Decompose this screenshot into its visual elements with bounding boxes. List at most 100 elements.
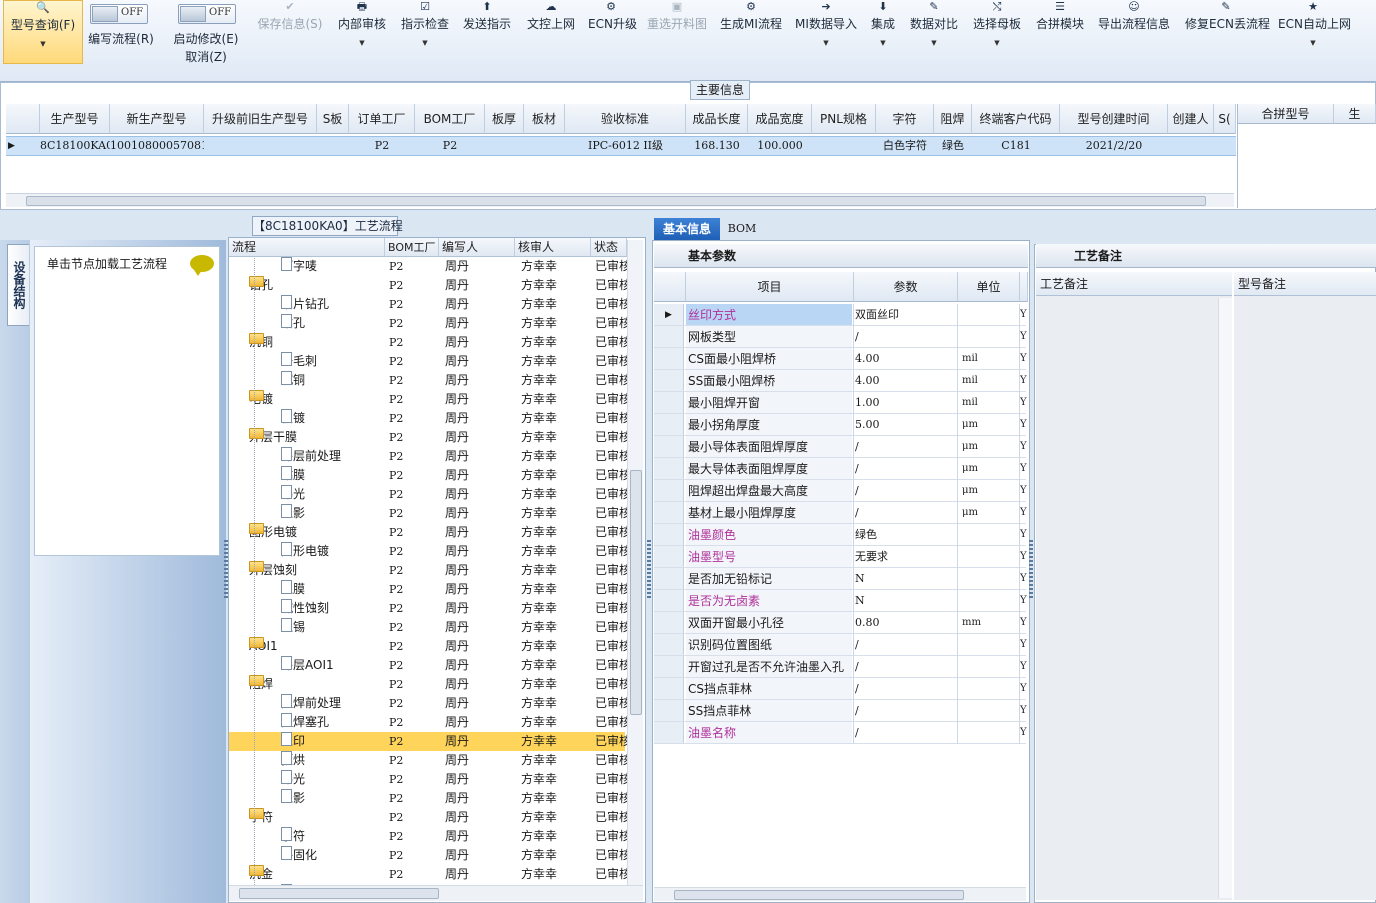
- column-header-reviewer[interactable]: 核审人: [515, 238, 591, 257]
- chevron-down-icon[interactable]: ▼: [972, 38, 1022, 48]
- param-row[interactable]: 油墨名称 / Y: [654, 722, 1027, 744]
- flow-row[interactable]: 图形电镀 P2 周丹 方幸幸 已审核: [229, 542, 627, 561]
- vertical-scrollbar[interactable]: [1218, 298, 1232, 898]
- param-value[interactable]: 4.00: [854, 348, 958, 370]
- flow-row[interactable]: 退膜 P2 周丹 方幸幸 已审核: [229, 580, 627, 599]
- flow-row[interactable]: −沉铜 P2 周丹 方幸幸 已审核: [229, 333, 627, 352]
- toolbar-button[interactable]: ▣ 重选开料图: [645, 0, 709, 34]
- vertical-scrollbar[interactable]: [627, 240, 643, 885]
- column-header[interactable]: S板: [317, 104, 349, 134]
- param-value[interactable]: /: [854, 436, 958, 458]
- param-row[interactable]: 阻焊超出焊盘最大高度 / μm Y: [654, 480, 1027, 502]
- flow-row[interactable]: 外层AOI1 P2 周丹 方幸幸 已审核: [229, 656, 627, 675]
- flow-row[interactable]: 退锡 P2 周丹 方幸幸 已审核: [229, 618, 627, 637]
- param-row[interactable]: CS挡点菲林 / Y: [654, 678, 1027, 700]
- param-value[interactable]: /: [854, 502, 958, 524]
- flow-row[interactable]: 终固化 P2 周丹 方幸幸 已审核: [229, 846, 627, 865]
- param-row[interactable]: 油墨颜色 绿色 Y: [654, 524, 1027, 546]
- column-header-unit[interactable]: 单位: [958, 272, 1020, 302]
- flow-row[interactable]: 钻孔 P2 周丹 方幸幸 已审核: [229, 314, 627, 333]
- flow-row[interactable]: 字符 P2 周丹 方幸幸 已审核: [229, 827, 627, 846]
- param-value[interactable]: /: [854, 634, 958, 656]
- column-header[interactable]: 型号创建时间: [1060, 104, 1168, 134]
- param-value[interactable]: 无要求: [854, 546, 958, 568]
- param-value[interactable]: /: [854, 656, 958, 678]
- param-value[interactable]: /: [854, 480, 958, 502]
- cancel-button[interactable]: 取消(Z): [170, 47, 242, 67]
- splitter-handle[interactable]: [1029, 540, 1033, 600]
- chevron-down-icon[interactable]: ▼: [866, 38, 900, 48]
- param-value[interactable]: 双面丝印: [854, 304, 958, 326]
- toolbar-button[interactable]: ☺ 导出流程信息: [1098, 0, 1170, 34]
- column-header[interactable]: 终端客户代码: [972, 104, 1060, 134]
- toolbar-button[interactable]: 🖶 内部审核 ▼: [337, 0, 387, 48]
- param-value[interactable]: N: [854, 590, 958, 612]
- column-header[interactable]: 阻焊: [934, 104, 972, 134]
- model-remark-textarea[interactable]: [1234, 296, 1376, 900]
- flow-row[interactable]: 曝光 P2 周丹 方幸幸 已审核: [229, 770, 627, 789]
- param-row[interactable]: 双面开窗最小孔径 0.80 mm Y: [654, 612, 1027, 634]
- flow-row[interactable]: −钻孔 P2 周丹 方幸幸 已审核: [229, 276, 627, 295]
- param-row[interactable]: 最小拐角厚度 5.00 μm Y: [654, 414, 1027, 436]
- tab-device-structure[interactable]: 设备结构: [7, 244, 29, 326]
- flow-row[interactable]: −外层蚀刻 P2 周丹 方幸幸 已审核: [229, 561, 627, 580]
- flow-row[interactable]: −沉金 P2 周丹 方幸幸 已审核: [229, 865, 627, 884]
- param-value[interactable]: N: [854, 568, 958, 590]
- column-header-combined-model[interactable]: 合拼型号: [1238, 104, 1334, 124]
- query-model-button[interactable]: 🔍 型号查询(F) ▼: [3, 0, 83, 64]
- toolbar-button[interactable]: ✎ 修复ECN丢流程: [1185, 0, 1270, 34]
- flow-row[interactable]: 阻焊塞孔 P2 周丹 方幸幸 已审核: [229, 713, 627, 732]
- toolbar-button[interactable]: ✔ 保存信息(S): [256, 0, 324, 34]
- param-row[interactable]: 最大导体表面阻焊厚度 / μm Y: [654, 458, 1027, 480]
- column-header-writer[interactable]: 编写人: [439, 238, 515, 257]
- process-remark-textarea[interactable]: [1036, 296, 1232, 900]
- flow-row[interactable]: 沉铜 P2 周丹 方幸幸 已审核: [229, 371, 627, 390]
- column-header[interactable]: 验收标准: [565, 104, 686, 134]
- flow-row[interactable]: 板镀 P2 周丹 方幸幸 已审核: [229, 409, 627, 428]
- flow-row[interactable]: 曝光 P2 周丹 方幸幸 已审核: [229, 485, 627, 504]
- column-header-bom-factory[interactable]: BOM工厂: [385, 238, 439, 257]
- column-header[interactable]: PNL规格: [812, 104, 876, 134]
- flow-row[interactable]: −图形电镀 P2 周丹 方幸幸 已审核: [229, 523, 627, 542]
- param-row[interactable]: 网板类型 / Y: [654, 326, 1027, 348]
- toolbar-button[interactable]: ★ ECN自动上网 ▼: [1278, 0, 1351, 48]
- param-row[interactable]: CS面最小阻焊桥 4.00 mil Y: [654, 348, 1027, 370]
- flow-row[interactable]: 丝印 P2 周丹 方幸幸 已审核: [229, 732, 627, 751]
- auto-modify-toggle[interactable]: OFF: [178, 4, 236, 24]
- column-header[interactable]: S(: [1214, 104, 1236, 134]
- horizontal-scrollbar[interactable]: [6, 193, 1234, 207]
- scrollbar-thumb[interactable]: [674, 890, 964, 900]
- flow-row[interactable]: −AOI1 P2 周丹 方幸幸 已审核: [229, 637, 627, 656]
- flow-row[interactable]: −电镀 P2 周丹 方幸幸 已审核: [229, 390, 627, 409]
- splitter-handle[interactable]: [647, 540, 651, 600]
- horizontal-scrollbar[interactable]: [229, 885, 643, 901]
- column-header-item[interactable]: 项目: [686, 272, 854, 302]
- toolbar-button[interactable]: ☰ 合拼模块: [1035, 0, 1085, 34]
- toolbar-button[interactable]: ☑ 指示检查 ▼: [400, 0, 450, 48]
- edit-flow-toggle[interactable]: OFF: [90, 4, 148, 24]
- toolbar-button[interactable]: ⚙ 生成MI流程: [720, 0, 782, 34]
- param-row[interactable]: 最小阻焊开窗 1.00 mil Y: [654, 392, 1027, 414]
- flow-row[interactable]: 外层前处理 P2 周丹 方幸幸 已审核: [229, 447, 627, 466]
- param-row[interactable]: 识别码位置图纸 / Y: [654, 634, 1027, 656]
- param-value[interactable]: /: [854, 678, 958, 700]
- column-header-value[interactable]: 参数: [854, 272, 958, 302]
- param-row[interactable]: 是否加无铅标记 N Y: [654, 568, 1027, 590]
- toolbar-button[interactable]: ⬇ 集成 ▼: [866, 0, 900, 48]
- flow-row[interactable]: 显影 P2 周丹 方幸幸 已审核: [229, 504, 627, 523]
- column-header[interactable]: 订单工厂: [349, 104, 415, 134]
- toolbar-button[interactable]: ☁ 文控上网: [526, 0, 576, 34]
- scrollbar-thumb[interactable]: [630, 470, 642, 715]
- flow-row[interactable]: −外层干膜 P2 周丹 方幸幸 已审核: [229, 428, 627, 447]
- chevron-down-icon[interactable]: ▼: [1278, 38, 1348, 48]
- param-row[interactable]: ▶ 丝印方式 双面丝印 Y: [654, 304, 1027, 326]
- param-value[interactable]: /: [854, 722, 958, 744]
- flow-row[interactable]: 阻焊前处理 P2 周丹 方幸幸 已审核: [229, 694, 627, 713]
- param-value[interactable]: 绿色: [854, 524, 958, 546]
- column-header[interactable]: 板材: [524, 104, 565, 134]
- param-value[interactable]: /: [854, 458, 958, 480]
- column-header[interactable]: 生产型号: [40, 104, 110, 134]
- param-row[interactable]: 开窗过孔是否不允许油墨入孔 / Y: [654, 656, 1027, 678]
- column-header-extra[interactable]: 生: [1334, 104, 1376, 124]
- tab-bom[interactable]: BOM: [722, 218, 762, 240]
